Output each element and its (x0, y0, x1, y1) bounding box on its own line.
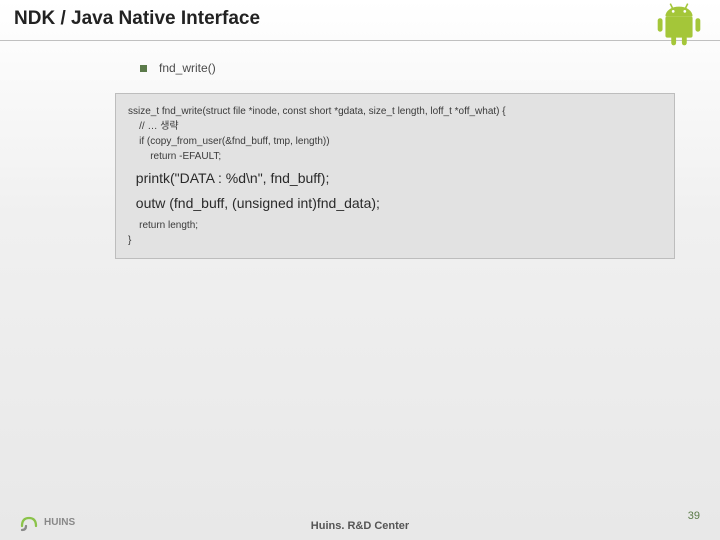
code-line: return length; (128, 218, 662, 233)
code-line: return -EFAULT; (128, 149, 662, 164)
huins-logo-icon (18, 512, 40, 532)
android-icon (648, 0, 710, 48)
bullet-square-icon (140, 65, 147, 72)
code-line: } (128, 233, 662, 248)
code-line: outw (fnd_buff, (unsigned int)fnd_data); (128, 193, 662, 214)
huins-logo-text: HUINS (44, 517, 75, 528)
code-line: // … 생략 (128, 119, 662, 134)
bullet-label: fnd_write() (159, 61, 216, 75)
code-line: printk("DATA : %d\n", fnd_buff); (128, 168, 662, 189)
footer-center-text: Huins. R&D Center (311, 520, 409, 532)
code-block: ssize_t fnd_write(struct file *inode, co… (115, 93, 675, 259)
slide-footer: HUINS Huins. R&D Center 39 (0, 512, 720, 532)
page-number: 39 (688, 510, 700, 522)
slide: NDK / Java Native Interface fnd_write() … (0, 0, 720, 540)
slide-title: NDK / Java Native Interface (14, 8, 706, 30)
huins-logo: HUINS (18, 512, 75, 532)
code-line: if (copy_from_user(&fnd_buff, tmp, lengt… (128, 134, 662, 149)
slide-header: NDK / Java Native Interface (0, 0, 720, 41)
code-line: ssize_t fnd_write(struct file *inode, co… (128, 104, 662, 119)
slide-content: fnd_write() ssize_t fnd_write(struct fil… (0, 41, 720, 259)
bullet-item: fnd_write() (140, 61, 670, 75)
